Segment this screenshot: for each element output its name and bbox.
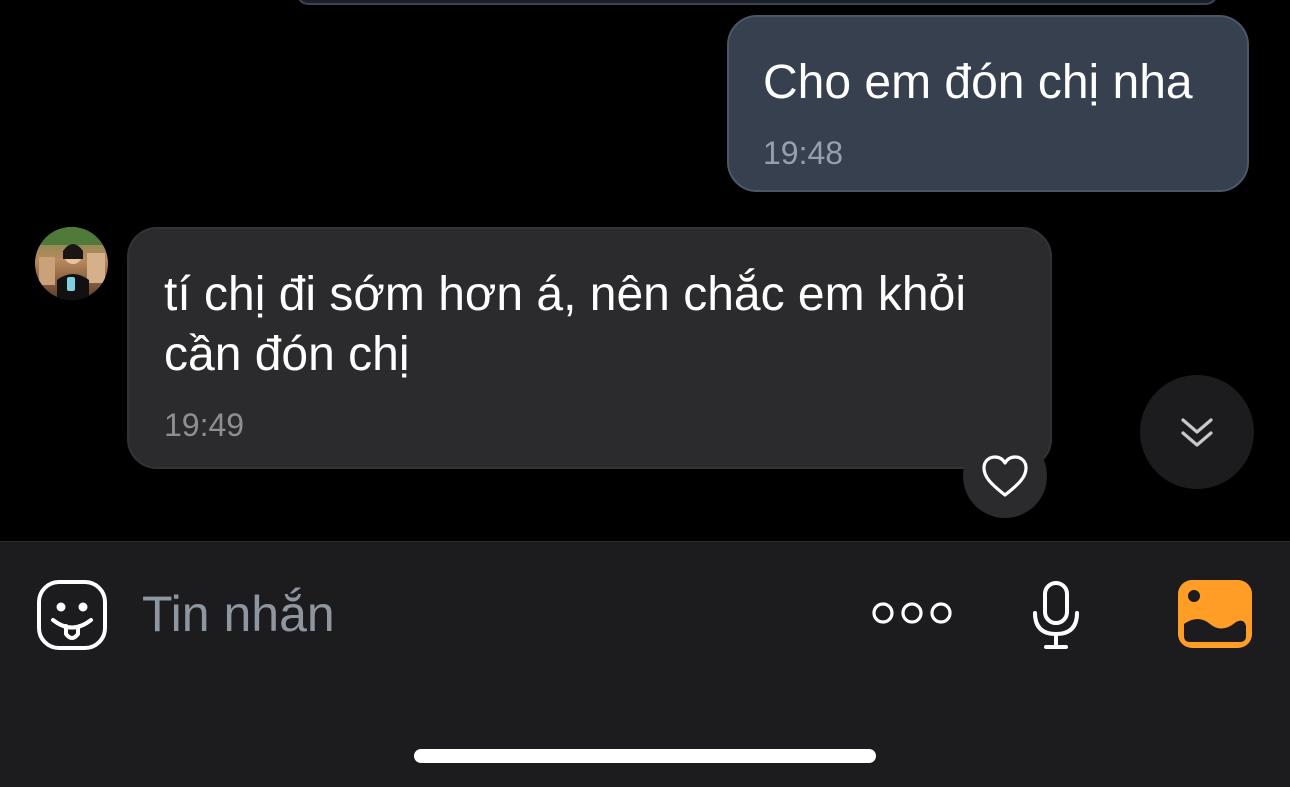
more-options-icon[interactable] bbox=[868, 597, 958, 629]
contact-avatar[interactable] bbox=[35, 227, 108, 300]
message-text: Cho em đón chị nha bbox=[763, 56, 1193, 109]
sticker-face-icon[interactable] bbox=[36, 579, 108, 651]
home-indicator bbox=[414, 749, 876, 763]
avatar-photo bbox=[35, 227, 108, 300]
image-gallery-icon[interactable] bbox=[1178, 580, 1252, 648]
message-input[interactable]: Tin nhắn bbox=[142, 582, 822, 646]
heart-icon bbox=[982, 455, 1028, 497]
scroll-to-bottom-button[interactable] bbox=[1140, 375, 1254, 489]
react-heart-button[interactable] bbox=[963, 434, 1047, 518]
outgoing-message-bubble[interactable]: Cho em đón chị nha 19:48 bbox=[727, 15, 1249, 192]
microphone-icon[interactable] bbox=[1030, 580, 1082, 652]
message-composer-bar: Tin nhắn bbox=[0, 541, 1290, 787]
message-list[interactable]: Cho em đón chị nha 19:48 tí chị đi sớm h… bbox=[0, 0, 1290, 541]
previous-message-bubble[interactable] bbox=[296, 0, 1218, 5]
message-text: tí chị đi sớm hơn á, nên chắc em khỏi cầ… bbox=[164, 268, 966, 381]
message-timestamp: 19:48 bbox=[763, 135, 844, 171]
incoming-message-bubble[interactable]: tí chị đi sớm hơn á, nên chắc em khỏi cầ… bbox=[127, 227, 1052, 469]
double-chevron-down-icon bbox=[1181, 418, 1213, 447]
message-timestamp: 19:49 bbox=[164, 407, 245, 443]
